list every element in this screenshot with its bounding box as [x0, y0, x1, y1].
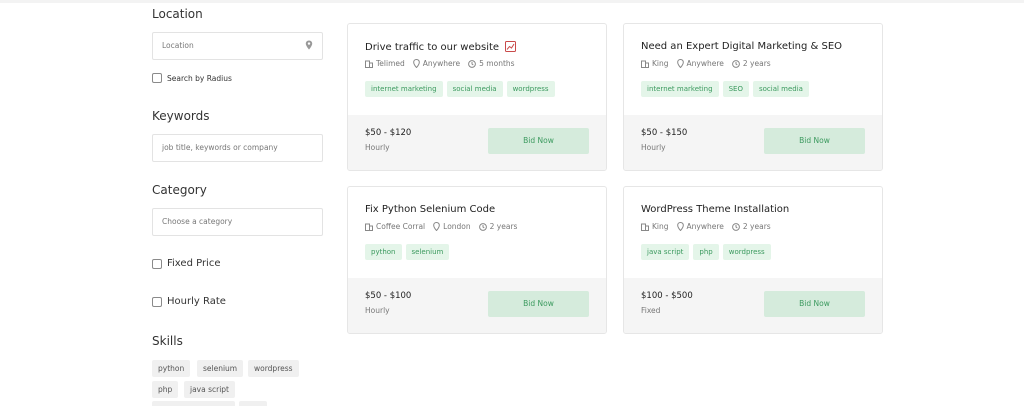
building-icon [365, 60, 373, 68]
job-tag[interactable]: wordpress [722, 244, 771, 260]
skill-tag-java-script[interactable]: java script [184, 381, 235, 398]
job-card-footer: $50 - $100 Hourly Bid Now [348, 278, 606, 333]
job-location: London [443, 222, 471, 231]
keywords-heading: Keywords [152, 109, 210, 123]
bid-now-button[interactable]: Bid Now [488, 128, 589, 154]
building-icon [641, 60, 649, 68]
checkbox-box[interactable] [152, 73, 162, 83]
clock-icon [731, 59, 740, 68]
keywords-input[interactable]: job title, keywords or company [152, 134, 323, 162]
job-tag[interactable]: wordpress [506, 81, 555, 97]
job-price-type: Fixed [641, 306, 661, 315]
job-title[interactable]: Need an Expert Digital Marketing & SEO [641, 41, 842, 52]
job-title[interactable]: WordPress Theme Installation [641, 204, 789, 215]
keywords-placeholder: job title, keywords or company [162, 143, 278, 152]
location-icon [412, 59, 420, 68]
job-duration: 2 years [742, 222, 771, 231]
job-card-footer: $50 - $120 Hourly Bid Now [348, 115, 606, 170]
job-title[interactable]: Fix Python Selenium Code [365, 204, 495, 215]
hourly-rate-label: Hourly Rate [167, 296, 226, 307]
category-select[interactable]: Choose a category [152, 208, 323, 236]
category-heading: Category [152, 183, 207, 197]
job-price-type: Hourly [365, 306, 390, 315]
skills-heading: Skills [152, 334, 183, 348]
job-tags: internet marketing social media wordpres… [365, 81, 559, 97]
job-company: Telimed [376, 59, 405, 68]
job-price: $50 - $150 [641, 128, 688, 138]
skill-tag-selenium[interactable]: selenium [197, 360, 244, 377]
job-tags: internet marketing SEO social media [641, 81, 813, 97]
job-card[interactable]: Need an Expert Digital Marketing & SEO K… [623, 23, 883, 171]
job-duration: 2 years [742, 59, 771, 68]
job-company: King [652, 222, 669, 231]
job-card[interactable]: Fix Python Selenium Code Coffee Corral L… [347, 186, 607, 334]
job-tag[interactable]: php [693, 244, 719, 260]
job-location: Anywhere [686, 59, 724, 68]
job-tags: python selenium [365, 244, 453, 260]
job-price: $50 - $100 [365, 291, 412, 301]
location-placeholder: Location [162, 41, 194, 50]
job-meta: Coffee Corral London 2 years [365, 222, 525, 231]
fixed-price-checkbox[interactable]: Fixed Price [152, 258, 221, 269]
bid-now-button[interactable]: Bid Now [764, 128, 865, 154]
job-card-footer: $100 - $500 Fixed Bid Now [624, 278, 882, 333]
bid-now-button[interactable]: Bid Now [488, 291, 589, 317]
clock-icon [468, 59, 477, 68]
job-card-footer: $50 - $150 Hourly Bid Now [624, 115, 882, 170]
job-tag[interactable]: internet marketing [365, 81, 443, 97]
job-meta: King Anywhere 2 years [641, 59, 779, 68]
clock-icon [478, 222, 487, 231]
job-tag[interactable]: selenium [405, 244, 450, 260]
search-by-radius-label: Search by Radius [167, 73, 232, 83]
job-meta: King Anywhere 2 years [641, 222, 779, 231]
job-price: $50 - $120 [365, 128, 412, 138]
checkbox-box[interactable] [152, 296, 162, 307]
job-card[interactable]: Drive traffic to our website Telimed Any… [347, 23, 607, 171]
skill-tag-php[interactable]: php [152, 381, 179, 398]
category-placeholder: Choose a category [162, 217, 233, 226]
job-location: Anywhere [686, 222, 724, 231]
job-company: King [652, 59, 669, 68]
job-tag[interactable]: python [365, 244, 402, 260]
job-tag[interactable]: java script [641, 244, 690, 260]
location-icon [676, 222, 684, 231]
location-heading: Location [152, 7, 203, 21]
location-input[interactable]: Location [152, 32, 323, 60]
checkbox-box[interactable] [152, 258, 162, 269]
skill-tag-more[interactable] [239, 401, 267, 406]
job-duration: 5 months [479, 59, 515, 68]
job-tags: java script php wordpress [641, 244, 775, 260]
skill-tag-more[interactable] [152, 401, 235, 406]
job-tag[interactable]: SEO [722, 81, 749, 97]
job-price: $100 - $500 [641, 291, 693, 301]
location-icon [433, 222, 440, 231]
hourly-rate-checkbox[interactable]: Hourly Rate [152, 296, 226, 307]
chart-emoji-icon [505, 41, 517, 52]
job-price-type: Hourly [641, 143, 666, 152]
job-duration: 2 years [489, 222, 518, 231]
search-by-radius-checkbox[interactable]: Search by Radius [152, 73, 232, 83]
building-icon [641, 223, 649, 231]
fixed-price-label: Fixed Price [167, 258, 221, 269]
skill-tag-python[interactable]: python [152, 360, 191, 377]
skill-tag-wordpress[interactable]: wordpress [248, 360, 299, 377]
top-divider [0, 0, 1024, 3]
building-icon [365, 223, 373, 231]
location-icon [676, 59, 684, 68]
job-location: Anywhere [422, 59, 461, 68]
job-company: Coffee Corral [376, 222, 426, 231]
job-tag[interactable]: internet marketing [641, 81, 719, 97]
job-title-text: Drive traffic to our website [365, 42, 500, 53]
job-title[interactable]: Drive traffic to our website [365, 41, 517, 53]
job-meta: Telimed Anywhere 5 months [365, 59, 523, 68]
job-tag[interactable]: social media [752, 81, 809, 97]
job-price-type: Hourly [365, 143, 390, 152]
job-card[interactable]: WordPress Theme Installation King Anywhe… [623, 186, 883, 334]
clock-icon [731, 222, 740, 231]
map-pin-icon [305, 40, 313, 50]
bid-now-button[interactable]: Bid Now [764, 291, 865, 317]
job-tag[interactable]: social media [446, 81, 503, 97]
